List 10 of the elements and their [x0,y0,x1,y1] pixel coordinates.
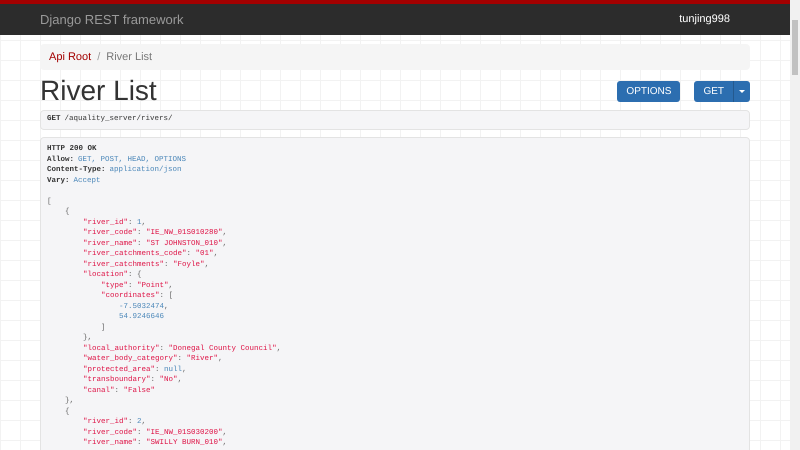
options-button[interactable]: OPTIONS [617,80,680,102]
user-name[interactable]: tunjing998 [679,11,730,28]
page-title: River List [40,77,157,105]
scrollbar-thumb[interactable] [792,20,798,75]
breadcrumb-separator: / [97,50,100,65]
caret-icon [739,90,745,92]
breadcrumb-link[interactable]: Api Root [49,48,92,66]
brand-link[interactable]: Django REST framework [40,10,184,30]
breadcrumb-link[interactable]: River List [106,48,152,66]
get-button[interactable]: GET [694,80,733,102]
